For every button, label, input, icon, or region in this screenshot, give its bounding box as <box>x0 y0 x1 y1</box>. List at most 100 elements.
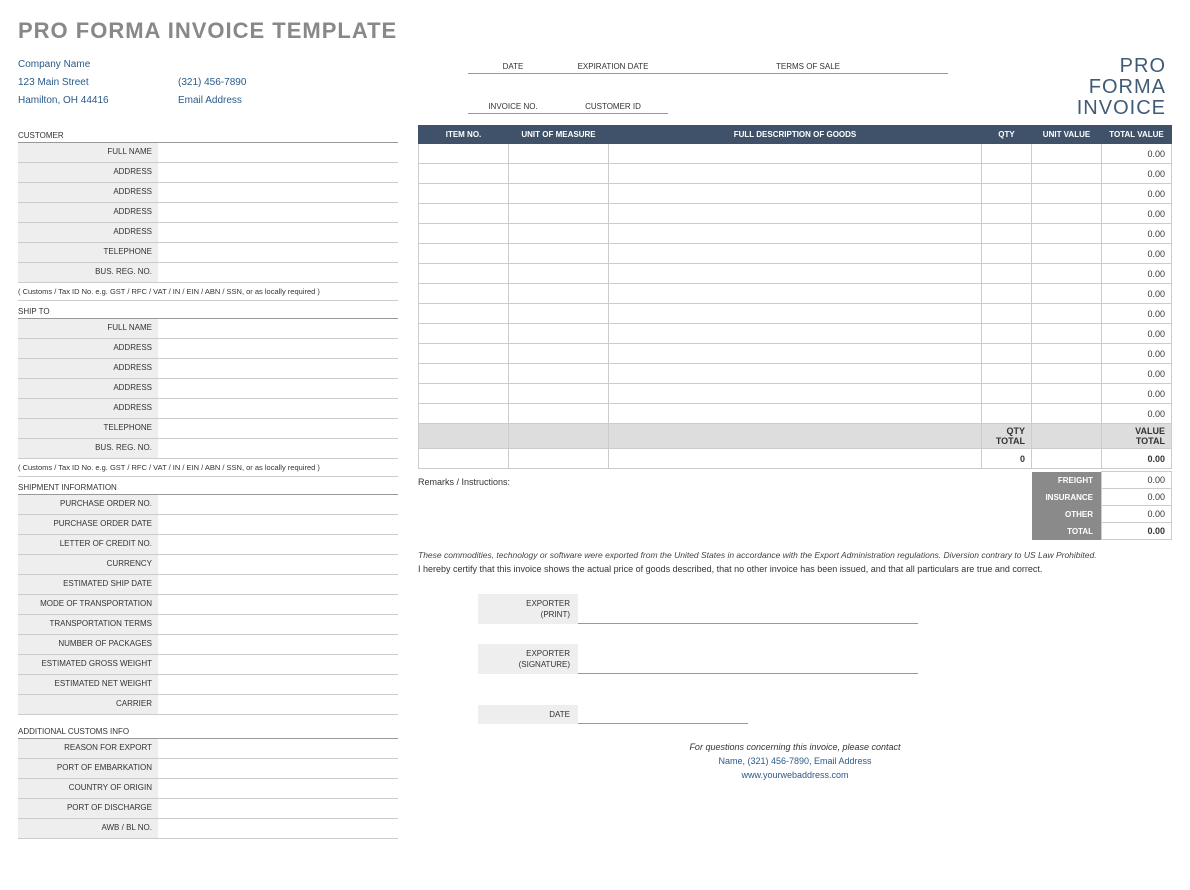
field-value[interactable] <box>158 203 398 222</box>
table-cell[interactable] <box>982 224 1032 244</box>
table-cell[interactable] <box>609 224 982 244</box>
field-value[interactable] <box>158 419 398 438</box>
table-cell[interactable] <box>609 144 982 164</box>
table-cell[interactable] <box>982 264 1032 284</box>
table-cell[interactable] <box>982 324 1032 344</box>
field-value[interactable] <box>158 675 398 694</box>
table-cell[interactable] <box>509 284 609 304</box>
table-cell[interactable] <box>509 344 609 364</box>
table-cell[interactable] <box>609 204 982 224</box>
table-cell[interactable] <box>1032 344 1102 364</box>
field-value[interactable] <box>158 595 398 614</box>
table-cell[interactable] <box>509 364 609 384</box>
table-cell[interactable] <box>1032 404 1102 424</box>
table-cell[interactable] <box>1032 304 1102 324</box>
table-cell[interactable] <box>1032 184 1102 204</box>
table-cell[interactable] <box>609 324 982 344</box>
field-value[interactable] <box>158 799 398 818</box>
table-cell[interactable] <box>609 264 982 284</box>
table-cell[interactable] <box>1032 284 1102 304</box>
field-value[interactable] <box>158 223 398 242</box>
field-value[interactable] <box>158 635 398 654</box>
table-cell[interactable] <box>509 404 609 424</box>
field-value[interactable] <box>158 399 398 418</box>
field-value[interactable] <box>158 263 398 282</box>
field-value[interactable] <box>158 183 398 202</box>
table-cell[interactable] <box>419 144 509 164</box>
exporter-signature-line[interactable] <box>578 642 918 674</box>
table-cell[interactable] <box>1032 164 1102 184</box>
field-value[interactable] <box>158 759 398 778</box>
table-cell[interactable] <box>1032 384 1102 404</box>
table-cell[interactable] <box>982 164 1032 184</box>
table-cell[interactable] <box>419 184 509 204</box>
table-cell[interactable] <box>509 204 609 224</box>
table-cell[interactable] <box>609 184 982 204</box>
field-value[interactable] <box>158 243 398 262</box>
table-cell[interactable] <box>509 164 609 184</box>
field-value[interactable] <box>158 819 398 838</box>
field-value[interactable] <box>158 535 398 554</box>
date-line[interactable] <box>578 692 748 724</box>
table-cell[interactable] <box>1032 144 1102 164</box>
table-cell[interactable] <box>609 244 982 264</box>
field-value[interactable] <box>158 739 398 758</box>
table-cell[interactable] <box>509 324 609 344</box>
table-cell[interactable] <box>419 384 509 404</box>
field-value[interactable] <box>158 439 398 458</box>
table-cell[interactable] <box>982 304 1032 324</box>
table-cell[interactable] <box>509 224 609 244</box>
table-cell[interactable] <box>609 304 982 324</box>
field-value[interactable] <box>158 655 398 674</box>
field-value[interactable] <box>158 339 398 358</box>
table-cell[interactable] <box>609 344 982 364</box>
field-value[interactable] <box>158 319 398 338</box>
table-cell[interactable] <box>1032 364 1102 384</box>
table-cell[interactable] <box>419 404 509 424</box>
table-cell[interactable] <box>419 284 509 304</box>
table-cell[interactable] <box>982 244 1032 264</box>
table-cell[interactable] <box>982 384 1032 404</box>
table-cell[interactable] <box>609 364 982 384</box>
field-value[interactable] <box>158 495 398 514</box>
table-cell[interactable] <box>982 344 1032 364</box>
table-cell[interactable] <box>509 264 609 284</box>
table-cell[interactable] <box>419 244 509 264</box>
table-cell[interactable] <box>609 164 982 184</box>
table-cell[interactable] <box>509 144 609 164</box>
table-cell[interactable] <box>509 304 609 324</box>
exporter-print-line[interactable] <box>578 592 918 624</box>
table-cell[interactable] <box>609 384 982 404</box>
table-cell[interactable] <box>419 224 509 244</box>
table-cell[interactable] <box>419 364 509 384</box>
table-cell[interactable] <box>1032 324 1102 344</box>
field-value[interactable] <box>158 779 398 798</box>
field-value[interactable] <box>158 555 398 574</box>
table-cell[interactable] <box>609 284 982 304</box>
field-value[interactable] <box>158 143 398 162</box>
table-cell[interactable] <box>419 304 509 324</box>
table-cell[interactable] <box>1032 244 1102 264</box>
table-cell[interactable] <box>982 204 1032 224</box>
table-cell[interactable] <box>419 204 509 224</box>
table-cell[interactable] <box>609 404 982 424</box>
table-cell[interactable] <box>982 364 1032 384</box>
field-value[interactable] <box>158 515 398 534</box>
table-cell[interactable] <box>1032 204 1102 224</box>
table-cell[interactable] <box>982 184 1032 204</box>
table-cell[interactable] <box>1032 264 1102 284</box>
table-cell[interactable] <box>509 244 609 264</box>
table-cell[interactable] <box>982 404 1032 424</box>
field-value[interactable] <box>158 615 398 634</box>
table-cell[interactable] <box>982 284 1032 304</box>
table-cell[interactable] <box>982 144 1032 164</box>
field-value[interactable] <box>158 575 398 594</box>
table-cell[interactable] <box>419 344 509 364</box>
table-cell[interactable] <box>509 384 609 404</box>
table-cell[interactable] <box>1032 224 1102 244</box>
field-value[interactable] <box>158 359 398 378</box>
field-value[interactable] <box>158 163 398 182</box>
table-cell[interactable] <box>509 184 609 204</box>
field-value[interactable] <box>158 695 398 714</box>
field-value[interactable] <box>158 379 398 398</box>
